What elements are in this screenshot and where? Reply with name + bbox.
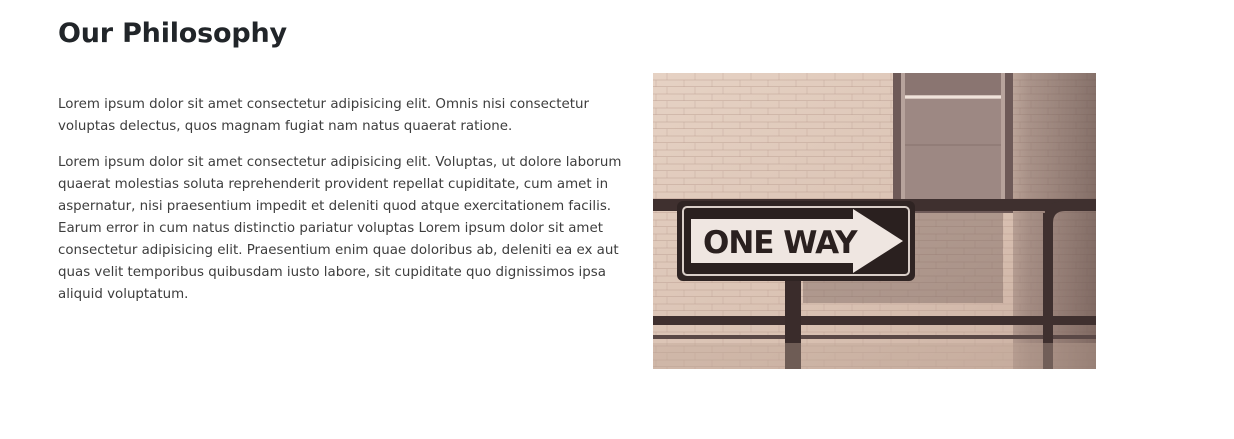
paragraph-2: Lorem ipsum dolor sit amet consectetur a… xyxy=(58,155,622,302)
one-way-sign-photo: ONE WAY xyxy=(653,73,1096,369)
text-column: Lorem ipsum dolor sit amet consectetur a… xyxy=(58,94,630,320)
photo-illustration: ONE WAY xyxy=(653,73,1096,369)
sign-text: ONE WAY xyxy=(703,225,858,261)
philosophy-section: Our Philosophy Lorem ipsum dolor sit ame… xyxy=(0,0,1234,439)
section-title: Our Philosophy xyxy=(58,18,287,49)
paragraph-1: Lorem ipsum dolor sit amet consectetur a… xyxy=(58,97,589,134)
